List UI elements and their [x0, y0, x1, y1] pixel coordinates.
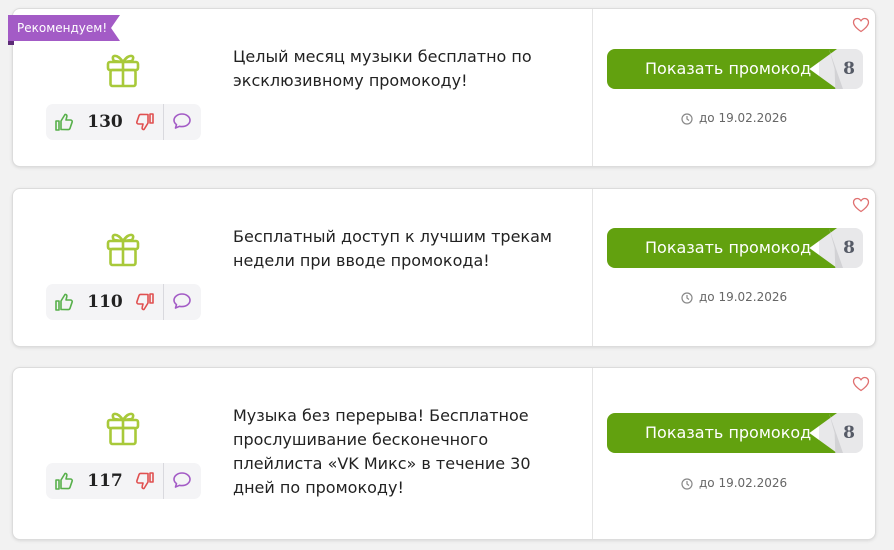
comment-icon[interactable] [172, 470, 192, 490]
clock-icon [681, 292, 693, 304]
show-promo-group[interactable]: 8 Показать промокод [607, 228, 863, 268]
offer-description: Бесплатный доступ к лучшим трекам недели… [233, 227, 552, 270]
vote-separator [163, 104, 164, 140]
comment-icon[interactable] [172, 111, 192, 131]
gift-icon [106, 233, 140, 267]
expiry-date: до 19.02.2026 [681, 289, 787, 305]
gift-icon [106, 412, 140, 446]
offer-card: 130 Целый месяц музыки бесплатно по экск… [12, 8, 876, 167]
card-divider [592, 9, 593, 166]
vote-count: 110 [87, 292, 123, 312]
expiry-date: до 19.02.2026 [681, 110, 787, 126]
offer-card: 110 Бесплатный доступ к лучшим трекам не… [12, 188, 876, 347]
clock-icon [681, 113, 693, 125]
show-promo-button[interactable]: Показать промокод [607, 49, 837, 89]
vote-bar: 130 [46, 104, 201, 140]
vote-bar: 110 [46, 284, 201, 320]
thumbs-down-icon[interactable] [135, 112, 155, 132]
heart-icon[interactable] [852, 17, 870, 33]
card-divider [592, 189, 593, 346]
show-promo-group[interactable]: 8 Показать промокод [607, 49, 863, 89]
offer-description: Целый месяц музыки бесплатно по эксклюзи… [233, 47, 532, 90]
ribbon-tail [8, 41, 14, 45]
thumbs-up-icon[interactable] [54, 292, 74, 312]
offer-card: 117 Музыка без перерыва! Бесплатное прос… [12, 367, 876, 540]
thumbs-down-icon[interactable] [135, 471, 155, 491]
thumbs-down-icon[interactable] [135, 292, 155, 312]
vote-separator [163, 463, 164, 499]
recommended-badge: Рекомендуем! [8, 15, 120, 41]
card-divider [592, 368, 593, 539]
heart-icon[interactable] [852, 197, 870, 213]
show-promo-button[interactable]: Показать промокод [607, 228, 837, 268]
thumbs-up-icon[interactable] [54, 471, 74, 491]
thumbs-up-icon[interactable] [54, 112, 74, 132]
offer-description: Музыка без перерыва! Бесплатное прослуши… [233, 406, 531, 497]
vote-bar: 117 [46, 463, 201, 499]
show-promo-button[interactable]: Показать промокод [607, 413, 837, 453]
expiry-text: до 19.02.2026 [699, 290, 788, 304]
expiry-text: до 19.02.2026 [699, 111, 788, 125]
comment-icon[interactable] [172, 291, 192, 311]
vote-count: 130 [87, 112, 123, 132]
gift-icon [106, 54, 140, 88]
expiry-date: до 19.02.2026 [681, 475, 787, 491]
vote-separator [163, 284, 164, 320]
heart-icon[interactable] [852, 376, 870, 392]
clock-icon [681, 478, 693, 490]
vote-count: 117 [87, 471, 123, 491]
show-promo-group[interactable]: 8 Показать промокод [607, 413, 863, 453]
expiry-text: до 19.02.2026 [699, 476, 788, 490]
